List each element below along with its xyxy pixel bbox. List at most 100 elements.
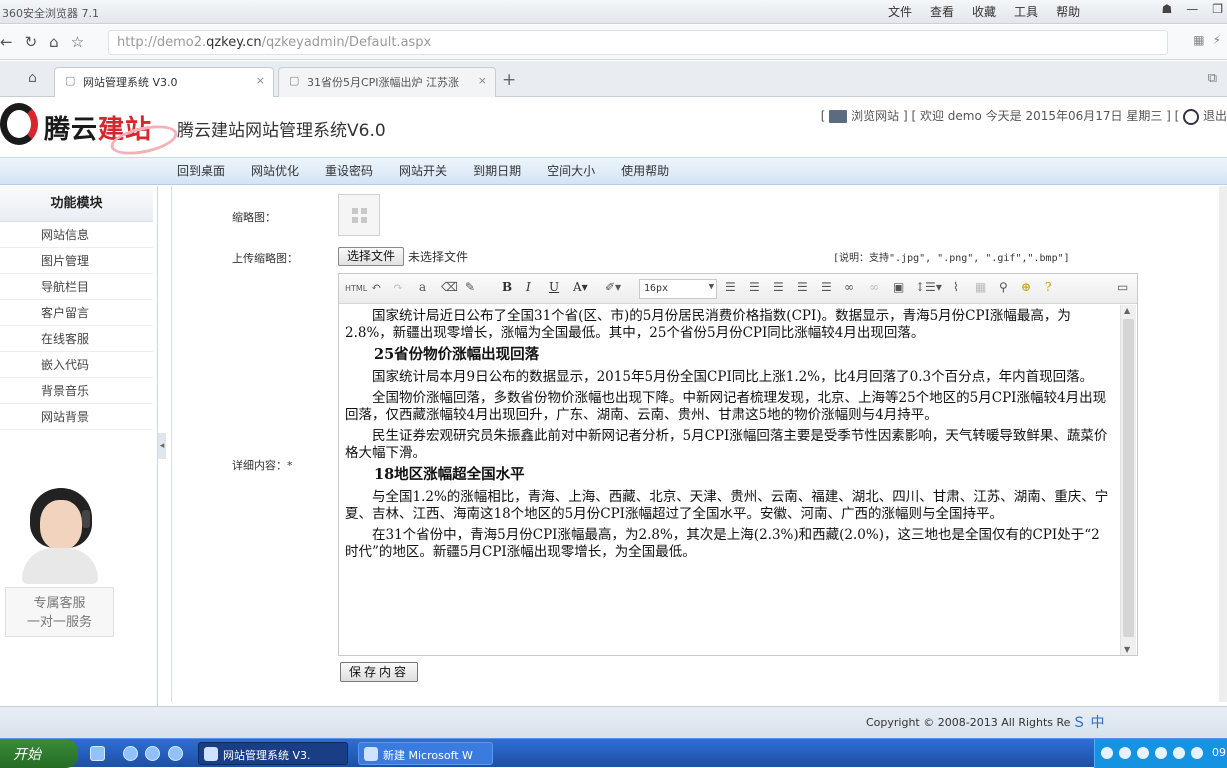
- compat-icon[interactable]: ▦: [1193, 33, 1204, 47]
- tray-icon[interactable]: [1137, 747, 1149, 759]
- nav-space[interactable]: 空间大小: [547, 162, 595, 179]
- nav-desktop[interactable]: 回到桌面: [177, 162, 225, 179]
- chevron-down-icon: ▼: [708, 282, 714, 292]
- nav-help[interactable]: 使用帮助: [621, 162, 669, 179]
- menu-help[interactable]: 帮助: [1056, 3, 1080, 20]
- start-button[interactable]: 开始: [0, 739, 78, 768]
- back-icon[interactable]: ←: [0, 33, 13, 51]
- underline-icon[interactable]: U: [549, 280, 559, 294]
- search-icon[interactable]: ⚲: [999, 280, 1008, 294]
- power-icon[interactable]: [1183, 108, 1200, 125]
- maximize-icon[interactable]: ❐: [1212, 2, 1223, 16]
- tab-home-icon[interactable]: ⌂: [28, 70, 37, 86]
- html-icon[interactable]: HTML: [345, 284, 367, 293]
- refresh-icon[interactable]: ↻: [25, 33, 38, 51]
- zoom-icon[interactable]: ⊕: [1021, 280, 1031, 294]
- tray-icon[interactable]: [1155, 747, 1167, 759]
- unlink-icon[interactable]: ∞: [869, 280, 879, 294]
- scrollbar-thumb[interactable]: [1123, 319, 1134, 637]
- align-right-icon[interactable]: ☰: [797, 280, 808, 294]
- rich-text-editor[interactable]: HTML ↶ ↷ a ⌫ ✎ B I U A▾ ✐▾ 16px ▼ ☰ ☰ ☰ ☰…: [338, 273, 1138, 656]
- fullscreen-icon[interactable]: ▭: [1117, 280, 1128, 294]
- taskbar-item-word[interactable]: 新建 Microsoft W: [358, 742, 493, 765]
- nav-reset-password[interactable]: 重设密码: [325, 162, 373, 179]
- ime-indicator[interactable]: Ｓ 中: [1072, 712, 1104, 732]
- choose-file-button[interactable]: 选择文件: [338, 247, 404, 266]
- italic-icon[interactable]: I: [526, 280, 531, 294]
- paste-text-icon[interactable]: a: [419, 280, 426, 294]
- menu-favorites[interactable]: 收藏: [972, 3, 996, 20]
- sidebar-collapse-button[interactable]: ◂: [158, 433, 166, 459]
- tray-icon[interactable]: [1173, 747, 1185, 759]
- sidebar-item-images[interactable]: 图片管理: [0, 248, 153, 274]
- link-icon[interactable]: ∞: [844, 280, 854, 294]
- service-box[interactable]: 专属客服 一对一服务: [5, 587, 114, 637]
- align-justify-left-icon[interactable]: ☰: [749, 280, 760, 294]
- speed-icon[interactable]: ⚡: [1213, 33, 1221, 47]
- sidebar-item-background[interactable]: 网站背景: [0, 404, 153, 430]
- help-icon[interactable]: ?: [1045, 280, 1051, 294]
- tab-admin[interactable]: ▢ 网站管理系统 V3.0 ×: [54, 67, 274, 97]
- skin-icon[interactable]: ☗: [1161, 2, 1172, 16]
- attachment-icon[interactable]: ⌇: [953, 280, 959, 294]
- undo-icon[interactable]: ↶: [371, 280, 381, 294]
- upload-label: 上传缩略图：: [232, 252, 298, 265]
- quicklaunch-ie-icon[interactable]: [168, 746, 183, 761]
- highlight-icon[interactable]: ✐▾: [605, 280, 621, 294]
- page-scrollbar[interactable]: [1219, 186, 1227, 702]
- logout-link[interactable]: 退出: [1203, 109, 1227, 123]
- image-icon[interactable]: ▣: [893, 280, 904, 294]
- nav-site-switch[interactable]: 网站开关: [399, 162, 447, 179]
- show-desktop-icon[interactable]: [90, 746, 105, 761]
- task-label: 网站管理系统 V3.: [223, 749, 311, 762]
- page-icon: ▢: [289, 74, 300, 87]
- clock[interactable]: 09: [1212, 746, 1226, 759]
- save-button[interactable]: 保存内容: [340, 662, 418, 682]
- star-icon[interactable]: ☆: [71, 33, 84, 51]
- editor-scrollbar[interactable]: ▲ ▼: [1120, 305, 1136, 655]
- tab-news[interactable]: ▢ 31省份5月CPI涨幅出炉 江苏涨 ×: [278, 67, 496, 97]
- taskbar: 开始 网站管理系统 V3. 新建 Microsoft W 09: [0, 738, 1227, 768]
- scroll-down-icon[interactable]: ▼: [1124, 645, 1130, 654]
- redo-icon[interactable]: ↷: [393, 280, 403, 294]
- sidebar-item-music[interactable]: 背景音乐: [0, 378, 153, 404]
- align-justify-icon[interactable]: ☰: [821, 280, 832, 294]
- font-color-icon[interactable]: A▾: [573, 280, 588, 294]
- menu-tools[interactable]: 工具: [1014, 3, 1038, 20]
- table-icon[interactable]: ▦: [975, 280, 986, 294]
- tray-icon[interactable]: [1101, 747, 1113, 759]
- close-icon[interactable]: ×: [256, 74, 265, 87]
- quicklaunch-360-icon[interactable]: [145, 746, 160, 761]
- font-size-select[interactable]: 16px ▼: [639, 279, 717, 299]
- line-height-icon[interactable]: ↕☰▾: [915, 280, 942, 294]
- service-agent-avatar: [22, 486, 98, 584]
- editor-content[interactable]: 国家统计局近日公布了全国31个省(区、市)的5月份居民消费价格指数(CPI)。数…: [345, 308, 1111, 650]
- home-icon[interactable]: ⌂: [49, 33, 59, 51]
- new-tab-icon[interactable]: +: [502, 70, 516, 90]
- align-left-icon[interactable]: ☰: [725, 280, 736, 294]
- sidebar-item-site-info[interactable]: 网站信息: [0, 222, 153, 248]
- sidebar-item-embed-code[interactable]: 嵌入代码: [0, 352, 153, 378]
- url-input[interactable]: http://demo2.qzkey.cn/qzkeyadmin/Default…: [108, 30, 1168, 55]
- eraser-icon[interactable]: ⌫: [441, 280, 458, 294]
- quicklaunch-browser-icon[interactable]: [123, 746, 138, 761]
- tray-icon[interactable]: [1191, 747, 1203, 759]
- restore-tabs-icon[interactable]: ⧉: [1208, 71, 1217, 86]
- scroll-up-icon[interactable]: ▲: [1124, 306, 1130, 315]
- welcome-bar: [ 浏览网站 ] [ 欢迎 demo 今天是 2015年06月17日 星期三 ]…: [820, 108, 1227, 125]
- taskbar-item-browser[interactable]: 网站管理系统 V3.: [198, 742, 348, 765]
- sidebar-item-messages[interactable]: 客户留言: [0, 300, 153, 326]
- menu-file[interactable]: 文件: [888, 3, 912, 20]
- bold-icon[interactable]: B: [502, 280, 512, 294]
- nav-seo[interactable]: 网站优化: [251, 162, 299, 179]
- sidebar-item-online-service[interactable]: 在线客服: [0, 326, 153, 352]
- format-painter-icon[interactable]: ✎: [465, 280, 475, 294]
- nav-expiry[interactable]: 到期日期: [473, 162, 521, 179]
- close-icon[interactable]: ×: [478, 74, 487, 87]
- menu-view[interactable]: 查看: [930, 3, 954, 20]
- tray-icon[interactable]: [1119, 747, 1131, 759]
- browse-site-link[interactable]: 浏览网站: [851, 109, 899, 123]
- align-center-icon[interactable]: ☰: [773, 280, 784, 294]
- sidebar-item-nav[interactable]: 导航栏目: [0, 274, 153, 300]
- minimize-icon[interactable]: —: [1186, 2, 1198, 16]
